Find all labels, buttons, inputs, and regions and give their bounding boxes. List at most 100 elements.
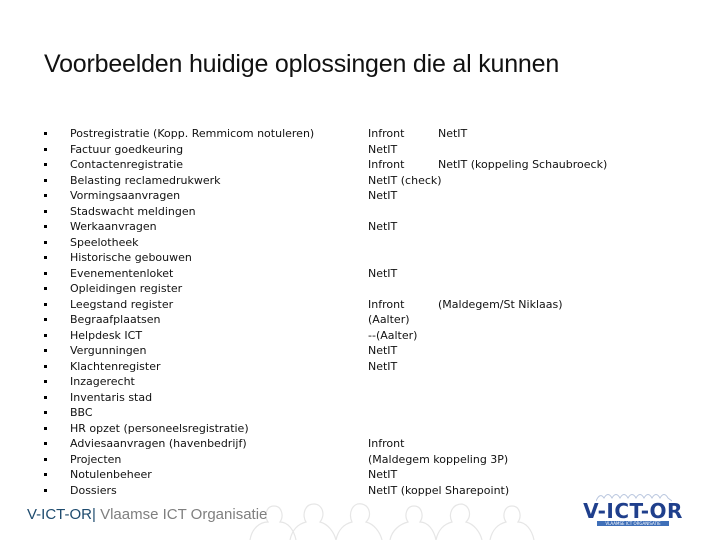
bullet-icon xyxy=(44,426,47,430)
solution-entry: (Aalter) xyxy=(368,312,410,328)
bullet-icon xyxy=(44,488,47,492)
item-label: Factuur goedkeuring xyxy=(70,142,184,156)
list-item: Evenementenloket xyxy=(0,266,720,282)
item-label: Belasting reclamedrukwerk xyxy=(70,173,221,187)
solution-vendor: NetIT xyxy=(368,344,398,357)
solution-vendor: Infront xyxy=(368,297,405,311)
solution-entry: Infront NetIT (koppeling Schaubroeck) xyxy=(368,157,607,173)
item-label: Begraafplaatsen xyxy=(70,313,161,326)
logo-subtitle: VLAAMSE ICT ORGANISATIE xyxy=(597,521,669,526)
list-item: BBC xyxy=(0,405,720,421)
item-label: Inventaris stad xyxy=(70,390,153,404)
list-item: Begraafplaatsen xyxy=(0,312,720,328)
item-label: Klachtenregister xyxy=(70,359,161,373)
bullet-icon xyxy=(44,364,47,368)
solution-entry: NetIT xyxy=(368,343,397,359)
list-item: Belasting reclamedrukwerk xyxy=(0,173,720,189)
item-label: Vormingsaanvragen xyxy=(70,189,181,202)
list-item: Notulenbeheer xyxy=(0,467,720,483)
bullet-icon xyxy=(44,240,47,244)
bullet-icon xyxy=(44,411,47,414)
solution-detail: NetIT (koppeling Schaubroeck) xyxy=(438,158,608,171)
list-item: HR opzet (personeelsregistratie) xyxy=(0,421,720,437)
solution-vendor: NetIT xyxy=(368,468,398,481)
bullet-icon xyxy=(44,457,47,461)
item-label: Inzagerecht xyxy=(70,375,135,388)
solution-entry: Infront xyxy=(368,436,404,452)
list-item: Leegstand register xyxy=(0,297,720,313)
list-item: Inventaris stad xyxy=(0,390,720,406)
item-label: Projecten xyxy=(70,452,122,466)
bullet-icon xyxy=(44,318,47,321)
list-item: Stadswacht meldingen xyxy=(0,204,720,220)
item-label: Evenementenloket xyxy=(70,266,174,280)
item-label: Contactenregistratie xyxy=(70,158,184,171)
list-item: Inzagerecht xyxy=(0,374,720,390)
solution-vendor: NetIT xyxy=(368,266,398,280)
bullet-icon xyxy=(44,271,47,275)
item-label: BBC xyxy=(70,406,93,419)
solution-vendor: NetIT xyxy=(368,142,398,156)
list-item: Postregistratie (Kopp. Remmicom notulere… xyxy=(0,126,720,142)
solution-entry: NetIT xyxy=(368,188,397,204)
solution-entry: NetIT xyxy=(368,142,397,158)
solution-vendor: (Maldegem koppeling 3P) xyxy=(368,452,509,466)
solution-detail: NetIT xyxy=(438,127,468,140)
item-label: HR opzet (personeelsregistratie) xyxy=(70,421,249,435)
solution-entry: NetIT xyxy=(368,359,397,375)
solution-vendor: (Aalter) xyxy=(368,313,410,326)
list-item: Adviesaanvragen (havenbedrijf) xyxy=(0,436,720,452)
people-silhouettes-decoration xyxy=(249,503,535,540)
bullet-icon xyxy=(44,349,47,352)
item-label: Leegstand register xyxy=(70,297,174,311)
solution-entry: NetIT (koppel Sharepoint) xyxy=(368,483,509,499)
bullet-icon xyxy=(44,225,47,228)
solution-entry: Infront (Maldegem/St Niklaas) xyxy=(368,297,563,313)
bullet-icon xyxy=(44,395,47,399)
item-label: Adviesaanvragen (havenbedrijf) xyxy=(70,437,247,450)
solution-vendor: Infront xyxy=(368,437,405,450)
slide-title: Voorbeelden huidige oplossingen die al k… xyxy=(44,50,560,78)
footer-brand: V-ICT-OR xyxy=(27,506,93,523)
solution-vendor: Infront xyxy=(368,127,405,140)
solution-entry: NetIT (check) xyxy=(368,173,442,189)
solution-entry: NetIT xyxy=(368,219,397,235)
list-item: Factuur goedkeuring xyxy=(0,142,720,158)
item-label: Vergunningen xyxy=(70,344,147,357)
solution-vendor: NetIT xyxy=(368,359,398,373)
bullet-icon xyxy=(44,442,47,445)
solution-entry: Infront NetIT xyxy=(368,126,467,142)
item-label: Notulenbeheer xyxy=(70,468,152,481)
footer-organisation: Vlaamse ICT Organisatie xyxy=(95,506,268,523)
solution-entry: (Maldegem koppeling 3P) xyxy=(368,452,508,468)
bullet-icon xyxy=(44,380,47,383)
list-item: Werkaanvragen xyxy=(0,219,720,235)
v-ict-or-logo: V-ICT-OR VLAAMSE ICT ORGANISATIE xyxy=(578,490,688,532)
bullet-icon xyxy=(44,132,47,135)
item-label: Historische gebouwen xyxy=(70,251,192,264)
list-item: Speelotheek xyxy=(0,235,720,251)
item-list: Postregistratie (Kopp. Remmicom notulere… xyxy=(0,126,720,498)
item-label: Dossiers xyxy=(70,483,117,497)
bullet-icon xyxy=(44,302,47,306)
list-item: Contactenregistratie xyxy=(0,157,720,173)
solution-vendor: NetIT (koppel Sharepoint) xyxy=(368,483,510,497)
solution-entry: NetIT xyxy=(368,266,397,282)
solution-vendor: NetIT xyxy=(368,189,398,202)
item-label: Postregistratie (Kopp. Remmicom notulere… xyxy=(70,127,315,140)
bullet-icon xyxy=(44,333,47,337)
list-item: Opleidingen register xyxy=(0,281,720,297)
item-label: Helpdesk ICT xyxy=(70,328,143,342)
footer: V-ICT-OR| Vlaamse ICT Organisatie xyxy=(27,506,267,523)
bullet-icon xyxy=(44,163,47,166)
bullet-icon xyxy=(44,147,47,151)
bullet-icon xyxy=(44,209,47,213)
bullet-icon xyxy=(44,287,47,290)
bullet-icon xyxy=(44,473,47,476)
solution-entry: --(Aalter) xyxy=(368,328,417,344)
solution-vendor: Infront xyxy=(368,158,405,171)
item-label: Opleidingen register xyxy=(70,282,183,295)
list-item: Klachtenregister xyxy=(0,359,720,375)
list-item: Historische gebouwen xyxy=(0,250,720,266)
logo-text: V-ICT-OR xyxy=(583,499,683,523)
